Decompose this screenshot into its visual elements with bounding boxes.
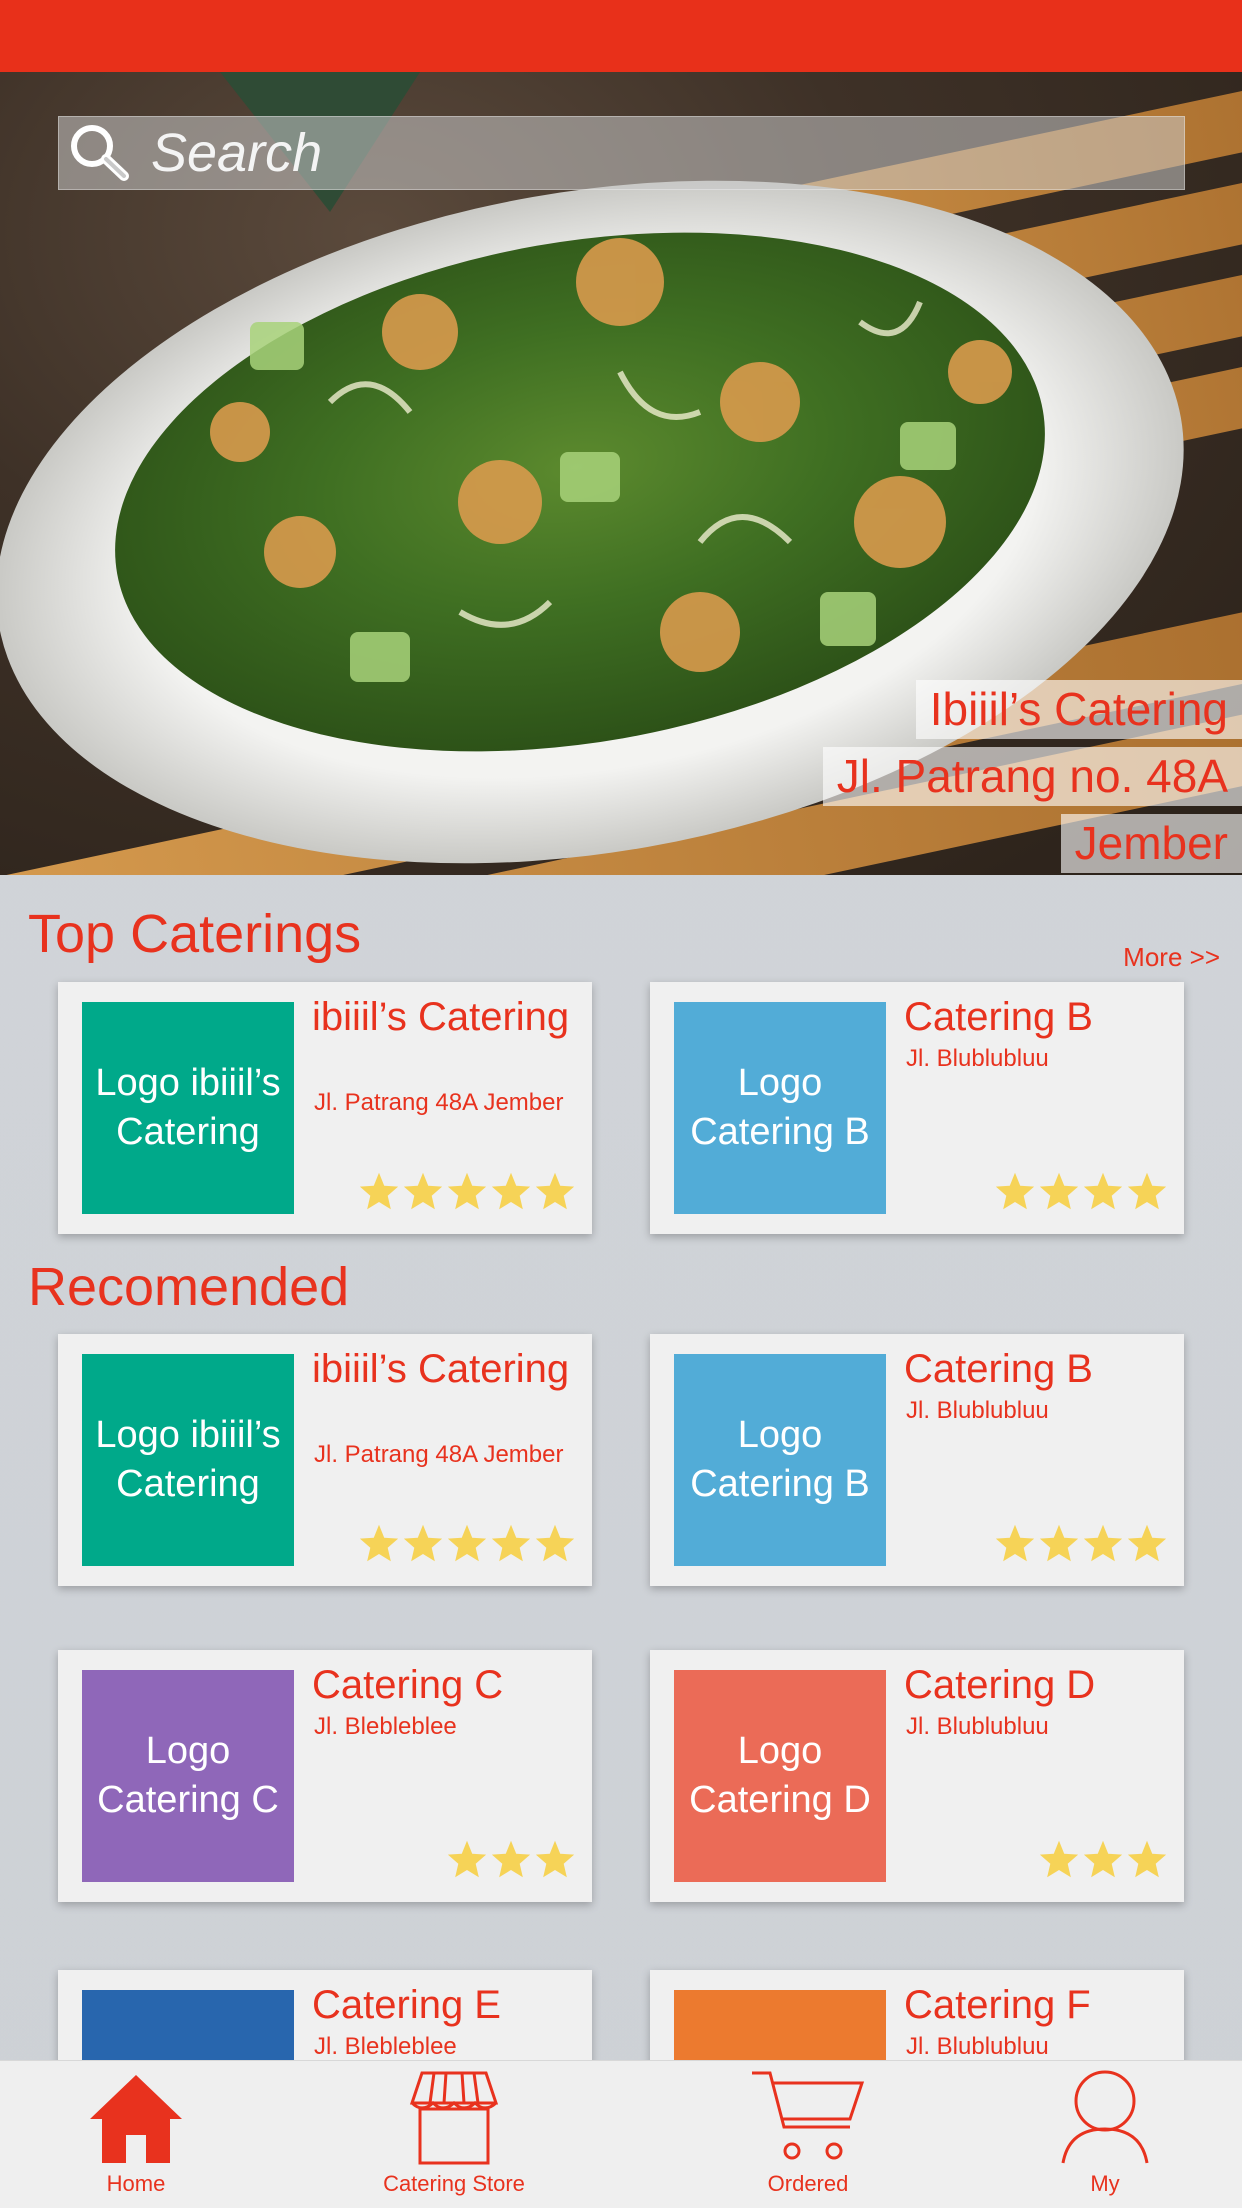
search-bar[interactable]	[58, 116, 1185, 190]
catering-address: Jl. Blublubluu	[906, 2033, 1049, 2060]
star-icon	[446, 1171, 488, 1216]
home-icon	[88, 2061, 184, 2165]
catering-address: Jl. Bleblebleе	[314, 1713, 457, 1740]
catering-name: Catering C	[312, 1663, 504, 1707]
catering-address: Jl. Patrang 48A Jember	[314, 1089, 564, 1116]
catering-logo: Logo Catering C	[82, 1670, 294, 1882]
catering-address: Jl. Blublubluu	[906, 1045, 1049, 1072]
star-icon	[358, 1171, 400, 1216]
catering-address: Jl. Blublubluu	[906, 1397, 1049, 1424]
catering-address: Jl. Blublubluu	[906, 1713, 1049, 1740]
star-icon	[358, 1523, 400, 1568]
star-icon	[994, 1171, 1036, 1216]
catering-card[interactable]: Logo ibiiil’s Catering ibiiil’s Catering J…	[58, 982, 592, 1234]
star-icon	[446, 1839, 488, 1884]
catering-card[interactable]: Logo Catering C Catering C Jl. Bleblebleе	[58, 1650, 592, 1902]
hero-caption: Ibiiil’s Catering Jl. Patrang no. 48A Je…	[822, 680, 1242, 875]
nav-store-label: Catering Store	[383, 2171, 525, 2196]
nav-ordered-label: Ordered	[767, 2171, 849, 2196]
rating-stars	[446, 1839, 576, 1884]
catering-name: ibiiil’s Catering	[312, 995, 570, 1039]
more-link[interactable]: More >>	[1123, 942, 1220, 973]
catering-card[interactable]: Logo Catering B Catering B Jl. Blublubluu	[650, 982, 1184, 1234]
star-icon	[1082, 1171, 1124, 1216]
catering-card[interactable]: Logo Catering B Catering B Jl. Blublubluu	[650, 1334, 1184, 1586]
rating-stars	[358, 1523, 576, 1568]
star-icon	[534, 1523, 576, 1568]
rating-stars	[994, 1523, 1168, 1568]
hero-banner[interactable]: Ibiiil’s Catering Jl. Patrang no. 48A Je…	[0, 72, 1242, 875]
nav-my[interactable]: My	[975, 2061, 1235, 2208]
nav-ordered[interactable]: Ordered	[678, 2061, 938, 2208]
status-bar	[0, 0, 1242, 72]
star-icon	[490, 1171, 532, 1216]
hero-caption-name: Ibiiil’s Catering	[915, 680, 1242, 739]
star-icon	[1126, 1523, 1168, 1568]
catering-logo: Logo ibiiil’s Catering	[82, 1354, 294, 1566]
rating-stars	[1038, 1839, 1168, 1884]
catering-address: Jl. Patrang 48A Jember	[314, 1441, 564, 1468]
search-input[interactable]	[143, 117, 1184, 189]
cart-icon	[750, 2061, 866, 2165]
star-icon	[1038, 1523, 1080, 1568]
hero-caption-city: Jember	[1060, 814, 1242, 873]
catering-name: Catering B	[904, 995, 1093, 1039]
catering-logo: Logo Catering B	[674, 1354, 886, 1566]
nav-my-label: My	[1090, 2171, 1120, 2196]
catering-card[interactable]: Logo ibiiil’s Catering ibiiil’s Catering J…	[58, 1334, 592, 1586]
store-icon	[408, 2061, 500, 2165]
star-icon	[1038, 1171, 1080, 1216]
catering-card[interactable]: Logo Catering D Catering D Jl. Blublubluu	[650, 1650, 1184, 1902]
star-icon	[402, 1523, 444, 1568]
catering-name: Catering D	[904, 1663, 1096, 1707]
star-icon	[1082, 1523, 1124, 1568]
catering-logo: Logo Catering D	[674, 1670, 886, 1882]
bottom-nav: Home Catering Store Ordered My	[0, 2060, 1242, 2208]
star-icon	[1126, 1839, 1168, 1884]
top-caterings-title: Top Caterings	[28, 904, 362, 964]
catering-logo: Logo ibiiil’s Catering	[82, 1002, 294, 1214]
star-icon	[1038, 1839, 1080, 1884]
star-icon	[490, 1523, 532, 1568]
catering-name: ibiiil’s Catering	[312, 1347, 570, 1391]
nav-catering-store[interactable]: Catering Store	[324, 2061, 584, 2208]
nav-home[interactable]: Home	[6, 2061, 266, 2208]
star-icon	[534, 1839, 576, 1884]
catering-address: Jl. Bleblebleе	[314, 2033, 457, 2060]
star-icon	[994, 1523, 1036, 1568]
user-icon	[1060, 2061, 1150, 2165]
hero-caption-address: Jl. Patrang no. 48A	[822, 747, 1242, 806]
rating-stars	[994, 1171, 1168, 1216]
star-icon	[534, 1171, 576, 1216]
catering-name: Catering B	[904, 1347, 1093, 1391]
star-icon	[446, 1523, 488, 1568]
star-icon	[490, 1839, 532, 1884]
catering-name: Catering E	[312, 1983, 501, 2027]
star-icon	[402, 1171, 444, 1216]
star-icon	[1126, 1171, 1168, 1216]
recommended-title: Recomended	[28, 1257, 350, 1317]
catering-logo: Logo Catering B	[674, 1002, 886, 1214]
nav-home-label: Home	[106, 2171, 166, 2196]
star-icon	[1082, 1839, 1124, 1884]
catering-name: Catering F	[904, 1983, 1091, 2027]
search-icon[interactable]	[59, 116, 143, 190]
rating-stars	[358, 1171, 576, 1216]
